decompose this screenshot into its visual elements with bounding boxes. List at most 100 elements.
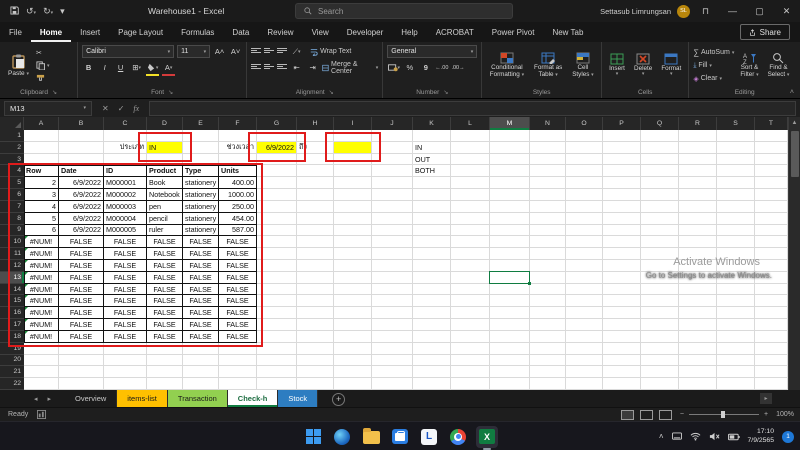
cell-O11[interactable] xyxy=(566,248,603,260)
cell-N14[interactable] xyxy=(530,284,566,296)
cell-H18[interactable] xyxy=(297,331,334,343)
cell-N16[interactable] xyxy=(530,307,566,319)
delete-cells-button[interactable]: Delete▾ xyxy=(631,45,655,86)
cell-D6[interactable]: Notebook xyxy=(147,189,183,201)
cell-J12[interactable] xyxy=(372,260,413,272)
cell-G12[interactable] xyxy=(257,260,297,272)
cell-Q10[interactable] xyxy=(641,236,679,248)
wifi-icon[interactable] xyxy=(690,432,701,441)
cell-B16[interactable]: FALSE xyxy=(59,307,104,319)
cell-G16[interactable] xyxy=(257,307,297,319)
row-header-3[interactable]: 3 xyxy=(0,154,24,166)
cell-H11[interactable] xyxy=(297,248,334,260)
cell-D12[interactable]: FALSE xyxy=(147,260,183,272)
cell-J16[interactable] xyxy=(372,307,413,319)
increase-font-icon[interactable]: A˄ xyxy=(213,45,226,58)
cell-D22[interactable] xyxy=(147,378,183,390)
ribbon-tab-developer[interactable]: Developer xyxy=(338,22,392,42)
row-header-9[interactable]: 9 xyxy=(0,225,24,237)
row-header-2[interactable]: 2 xyxy=(0,142,24,154)
row-header-12[interactable]: 12 xyxy=(0,260,24,272)
number-dialog-launcher-icon[interactable]: ↘ xyxy=(443,89,448,96)
cell-I12[interactable] xyxy=(334,260,372,272)
cell-R20[interactable] xyxy=(679,355,717,367)
ribbon-tab-formulas[interactable]: Formulas xyxy=(172,22,223,42)
cell-J11[interactable] xyxy=(372,248,413,260)
search-input[interactable]: Search xyxy=(295,3,513,19)
taskbar-clock[interactable]: 17:10 7/9/2565 xyxy=(748,428,774,445)
cell-N4[interactable] xyxy=(530,165,566,177)
cell-L15[interactable] xyxy=(451,295,490,307)
cell-I5[interactable] xyxy=(334,177,372,189)
cell-A16[interactable]: #NUM! xyxy=(24,307,59,319)
cell-G6[interactable] xyxy=(257,189,297,201)
cell-L8[interactable] xyxy=(451,213,490,225)
cell-G9[interactable] xyxy=(257,225,297,237)
cell-P21[interactable] xyxy=(603,366,641,378)
decrease-decimal-icon[interactable]: .00→ xyxy=(451,61,464,74)
decrease-font-icon[interactable]: A˅ xyxy=(229,45,242,58)
cell-E1[interactable] xyxy=(183,130,219,142)
ribbon-tab-home[interactable]: Home xyxy=(31,22,71,42)
autosum-button[interactable]: ∑AutoSum▾ xyxy=(693,47,734,58)
cell-T17[interactable] xyxy=(755,319,788,331)
cell-M19[interactable] xyxy=(490,343,530,355)
cell-H6[interactable] xyxy=(297,189,334,201)
cell-R19[interactable] xyxy=(679,343,717,355)
cell-G7[interactable] xyxy=(257,201,297,213)
cell-F16[interactable]: FALSE xyxy=(219,307,257,319)
cell-S21[interactable] xyxy=(717,366,755,378)
cell-E18[interactable]: FALSE xyxy=(183,331,219,343)
cell-J21[interactable] xyxy=(372,366,413,378)
column-header-K[interactable]: K xyxy=(413,117,451,130)
increase-decimal-icon[interactable]: ←.00 xyxy=(435,61,448,74)
decrease-indent-icon[interactable]: ⇤ xyxy=(290,61,303,74)
format-cells-button[interactable]: Format▾ xyxy=(658,45,684,86)
cell-S14[interactable] xyxy=(717,284,755,296)
align-left-icon[interactable] xyxy=(251,64,261,71)
cell-L5[interactable] xyxy=(451,177,490,189)
cell-E19[interactable] xyxy=(183,343,219,355)
cell-P11[interactable] xyxy=(603,248,641,260)
cell-K12[interactable] xyxy=(413,260,451,272)
cell-E15[interactable]: FALSE xyxy=(183,295,219,307)
cell-B17[interactable]: FALSE xyxy=(59,319,104,331)
column-header-R[interactable]: R xyxy=(679,117,717,130)
cell-C18[interactable]: FALSE xyxy=(104,331,147,343)
cell-Q4[interactable] xyxy=(641,165,679,177)
cell-K14[interactable] xyxy=(413,284,451,296)
cell-O18[interactable] xyxy=(566,331,603,343)
cell-P13[interactable] xyxy=(603,272,641,284)
cell-P12[interactable] xyxy=(603,260,641,272)
cell-S2[interactable] xyxy=(717,142,755,154)
cell-B15[interactable]: FALSE xyxy=(59,295,104,307)
cell-F22[interactable] xyxy=(219,378,257,390)
cell-A7[interactable]: 4 xyxy=(24,201,59,213)
font-color-icon[interactable]: A▾ xyxy=(162,61,175,74)
select-all-corner[interactable] xyxy=(0,117,24,130)
cell-M11[interactable] xyxy=(490,248,530,260)
normal-view-icon[interactable] xyxy=(621,410,634,420)
cell-L22[interactable] xyxy=(451,378,490,390)
column-header-L[interactable]: L xyxy=(451,117,490,130)
cell-J17[interactable] xyxy=(372,319,413,331)
row-header-19[interactable]: 19 xyxy=(0,343,24,355)
cell-L4[interactable] xyxy=(451,165,490,177)
cell-Q18[interactable] xyxy=(641,331,679,343)
cell-K1[interactable] xyxy=(413,130,451,142)
cell-A11[interactable]: #NUM! xyxy=(24,248,59,260)
cell-I4[interactable] xyxy=(334,165,372,177)
cell-R14[interactable] xyxy=(679,284,717,296)
ribbon-tab-help[interactable]: Help xyxy=(392,22,426,42)
cell-P4[interactable] xyxy=(603,165,641,177)
cell-C8[interactable]: M000004 xyxy=(104,213,147,225)
cell-R9[interactable] xyxy=(679,225,717,237)
row-header-14[interactable]: 14 xyxy=(0,284,24,296)
column-header-H[interactable]: H xyxy=(297,117,334,130)
cell-I9[interactable] xyxy=(334,225,372,237)
cell-H15[interactable] xyxy=(297,295,334,307)
alignment-dialog-launcher-icon[interactable]: ↘ xyxy=(329,89,334,96)
cell-O9[interactable] xyxy=(566,225,603,237)
cell-I10[interactable] xyxy=(334,236,372,248)
cell-E8[interactable]: stationery xyxy=(183,213,219,225)
